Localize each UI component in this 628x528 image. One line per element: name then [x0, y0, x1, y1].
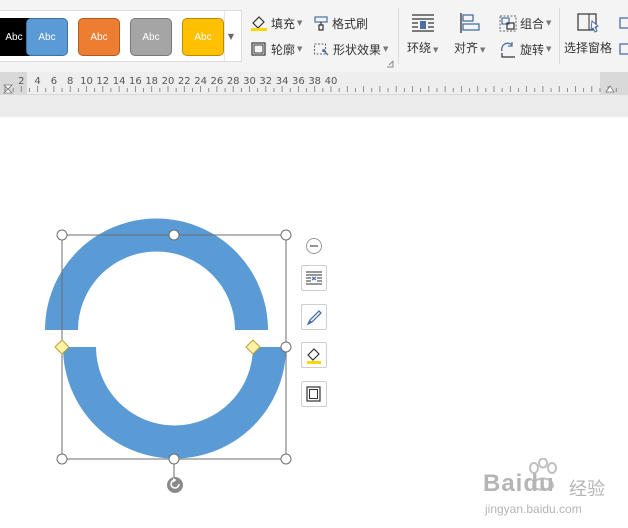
layout-options-icon — [306, 271, 322, 285]
resize-handle-top-left[interactable] — [56, 229, 68, 241]
resize-handle-bottom[interactable] — [168, 453, 180, 465]
baidu-watermark: Baidu 经验 jingyan.baidu.com — [479, 458, 628, 528]
watermark-brand: Baidu — [483, 470, 555, 497]
shape-outline-icon — [306, 386, 321, 402]
shape-fill-button[interactable] — [301, 342, 327, 368]
layout-options-button[interactable] — [301, 265, 327, 291]
resize-handle-right[interactable] — [280, 341, 292, 353]
ring-bottom-half[interactable] — [63, 347, 286, 459]
shape-outline-button[interactable] — [301, 381, 327, 407]
watermark-jingyan: 经验 — [569, 479, 605, 499]
resize-handle-top[interactable] — [168, 229, 180, 241]
rotate-handle[interactable] — [167, 477, 183, 493]
shape-style-icon — [306, 310, 322, 326]
shape-style-button[interactable] — [301, 304, 327, 330]
shape-fill-icon — [307, 348, 321, 364]
watermark-url: jingyan.baidu.com — [485, 502, 582, 516]
resize-handle-bottom-right[interactable] — [280, 453, 292, 465]
shape-layer — [45, 218, 292, 493]
resize-handle-bottom-left[interactable] — [56, 453, 68, 465]
collapse-icon[interactable] — [305, 237, 323, 255]
resize-handle-top-right[interactable] — [280, 229, 292, 241]
